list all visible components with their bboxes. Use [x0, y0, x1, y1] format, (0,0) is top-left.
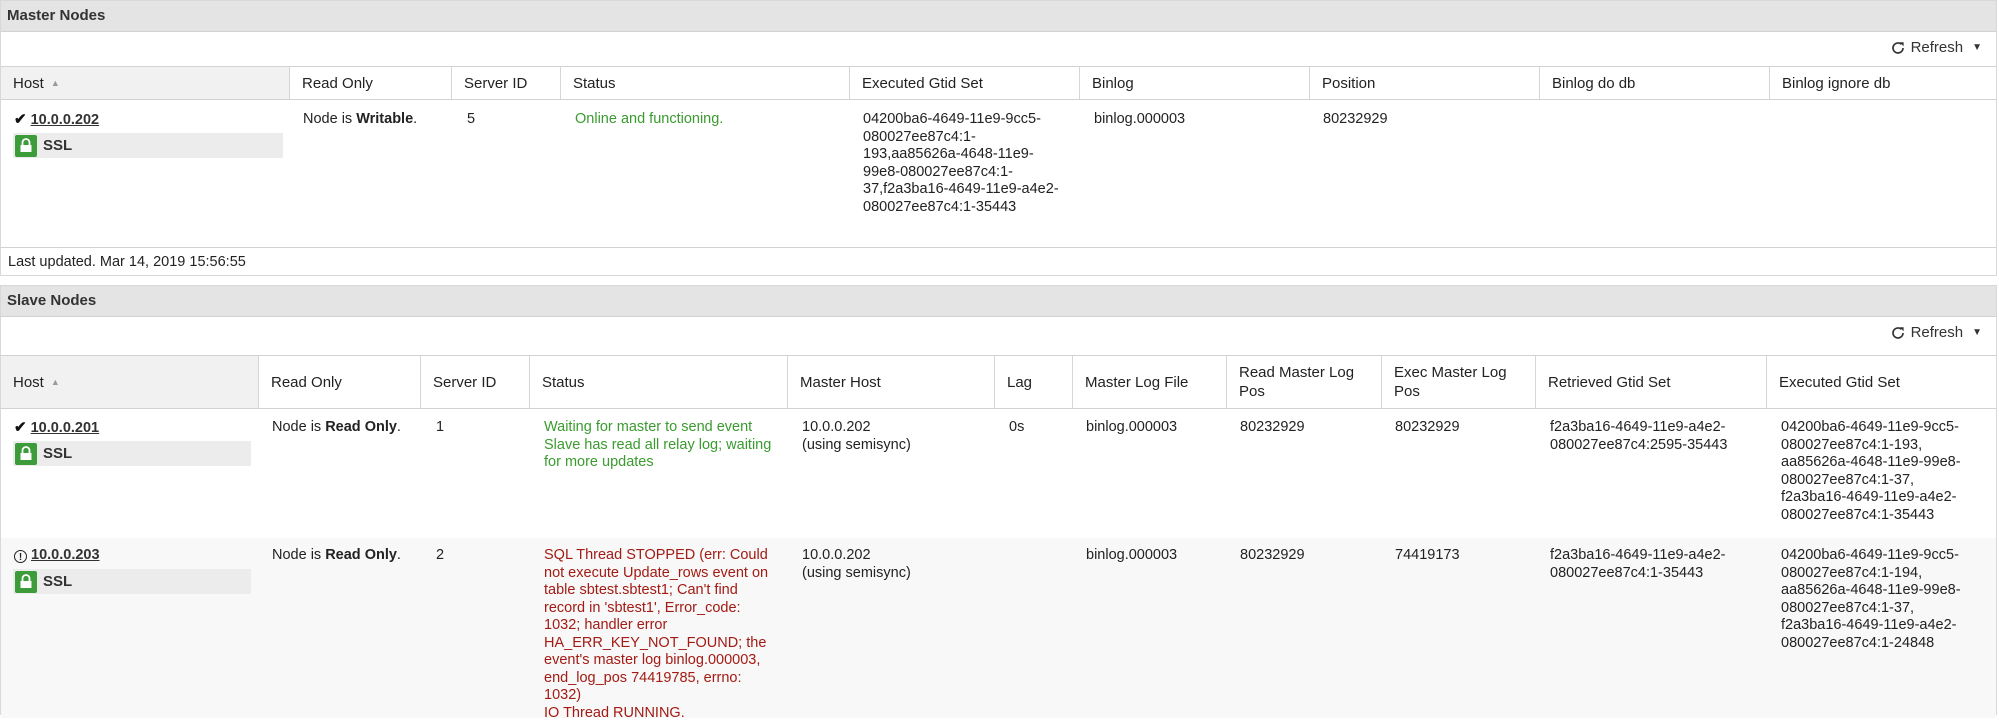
slave-table-header: Host ▲ Read Only Server ID Status Master…: [1, 355, 1996, 409]
col-executed-gtid[interactable]: Executed Gtid Set: [1767, 356, 1996, 408]
lock-icon: [15, 134, 37, 157]
master-table-header: Host ▲ Read Only Server ID Status Execut…: [1, 66, 1996, 100]
refresh-icon: [1891, 42, 1904, 54]
lag-cell: 0s: [1009, 419, 1025, 435]
col-status[interactable]: Status: [530, 356, 788, 408]
lock-icon: [15, 570, 37, 593]
col-server-id[interactable]: Server ID: [421, 356, 530, 408]
server-id-cell: 1: [436, 419, 445, 435]
col-lag[interactable]: Lag: [995, 356, 1073, 408]
col-master-host[interactable]: Master Host: [788, 356, 995, 408]
ssl-badge: SSL: [13, 569, 251, 594]
ssl-badge: SSL: [13, 441, 251, 466]
slave-nodes-title: Slave Nodes: [1, 286, 1996, 317]
alert-circle-icon: !: [14, 550, 27, 563]
col-server-id[interactable]: Server ID: [452, 67, 561, 99]
col-exec-master-log-pos[interactable]: Exec Master Log Pos: [1382, 356, 1536, 408]
slave-refresh-label: Refresh: [1910, 324, 1964, 341]
master-nodes-title: Master Nodes: [1, 1, 1996, 32]
exec-master-log-pos-cell: 80232929: [1395, 419, 1460, 435]
exec-master-log-pos-cell: 74419173: [1395, 547, 1460, 563]
master-refresh-label: Refresh: [1910, 39, 1964, 56]
slave-refresh-button[interactable]: Refresh ▼: [1890, 323, 1982, 343]
position-cell: 80232929: [1323, 111, 1388, 127]
col-binlog-do-db[interactable]: Binlog do db: [1540, 67, 1770, 99]
col-retrieved-gtid[interactable]: Retrieved Gtid Set: [1536, 356, 1767, 408]
last-updated: Last updated. Mar 14, 2019 15:56:55: [8, 254, 246, 270]
col-status[interactable]: Status: [561, 67, 850, 99]
host-link[interactable]: 10.0.0.203: [31, 547, 100, 563]
server-id-cell: 5: [467, 111, 476, 127]
host-link[interactable]: 10.0.0.202: [31, 112, 100, 128]
read-only-cell: Node is Read Only.: [272, 419, 401, 435]
status-cell: Waiting for master to send event Slave h…: [544, 419, 772, 470]
table-row: ! 10.0.0.203 SSL Node is Read Only. 2 SQL…: [1, 538, 1996, 721]
lock-icon: [15, 442, 37, 465]
host-link[interactable]: 10.0.0.201: [31, 420, 100, 436]
sort-asc-icon: ▲: [50, 78, 60, 88]
chevron-down-icon[interactable]: ▼: [1972, 38, 1982, 58]
host-cell: ! 10.0.0.203: [14, 547, 100, 565]
col-read-only[interactable]: Read Only: [290, 67, 452, 99]
col-position[interactable]: Position: [1310, 67, 1540, 99]
col-read-only[interactable]: Read Only: [259, 356, 421, 408]
master-log-file-cell: binlog.000003: [1086, 419, 1178, 435]
read-master-log-pos-cell: 80232929: [1240, 547, 1305, 563]
read-master-log-pos-cell: 80232929: [1240, 419, 1305, 435]
master-nodes-panel: Master Nodes Refresh ▼ Host ▲ Read Only …: [0, 0, 1997, 276]
master-log-file-cell: binlog.000003: [1086, 547, 1178, 563]
col-host[interactable]: Host ▲: [1, 356, 259, 408]
status-cell: Online and functioning.: [575, 111, 724, 127]
chevron-down-icon[interactable]: ▼: [1972, 323, 1982, 343]
executed-gtid-cell: 04200ba6-4649-11e9-9cc5- 080027ee87c4:1-…: [1781, 419, 1961, 523]
col-binlog-ignore-db[interactable]: Binlog ignore db: [1770, 67, 1996, 99]
status-cell: SQL Thread STOPPED (err: Could not execu…: [544, 547, 769, 721]
slave-nodes-panel: Slave Nodes Refresh ▼ Host ▲ Read Only S…: [0, 285, 1997, 721]
col-executed-gtid[interactable]: Executed Gtid Set: [850, 67, 1080, 99]
master-refresh-button[interactable]: Refresh ▼: [1890, 38, 1982, 58]
server-id-cell: 2: [436, 547, 445, 563]
master-host-cell: 10.0.0.202 (using semisync): [802, 547, 911, 581]
slave-toolbar: Refresh ▼: [1, 317, 1996, 350]
sort-asc-icon: ▲: [50, 377, 60, 387]
col-master-log-file[interactable]: Master Log File: [1073, 356, 1227, 408]
col-read-master-log-pos[interactable]: Read Master Log Pos: [1227, 356, 1382, 408]
ssl-badge: SSL: [13, 133, 283, 158]
col-binlog[interactable]: Binlog: [1080, 67, 1310, 99]
master-toolbar: Refresh ▼: [1, 32, 1996, 65]
master-host-cell: 10.0.0.202 (using semisync): [802, 419, 911, 453]
divider: [1, 247, 1996, 248]
retrieved-gtid-cell: f2a3ba16-4649-11e9-a4e2- 080027ee87c4:25…: [1550, 419, 1728, 453]
refresh-icon: [1891, 327, 1904, 339]
executed-gtid-cell: 04200ba6-4649-11e9-9cc5- 080027ee87c4:1-…: [1781, 547, 1961, 651]
binlog-cell: binlog.000003: [1094, 111, 1186, 127]
retrieved-gtid-cell: f2a3ba16-4649-11e9-a4e2- 080027ee87c4:1-…: [1550, 547, 1726, 581]
host-cell: ✔ 10.0.0.201: [14, 419, 99, 438]
col-host[interactable]: Host ▲: [1, 67, 290, 99]
read-only-cell: Node is Writable.: [303, 111, 418, 127]
executed-gtid-cell: 04200ba6-4649-11e9-9cc5- 080027ee87c4:1-…: [863, 111, 1059, 215]
read-only-cell: Node is Read Only.: [272, 547, 401, 563]
check-icon: ✔: [14, 419, 27, 436]
host-cell: ✔ 10.0.0.202: [14, 111, 99, 130]
check-icon: ✔: [14, 111, 27, 128]
